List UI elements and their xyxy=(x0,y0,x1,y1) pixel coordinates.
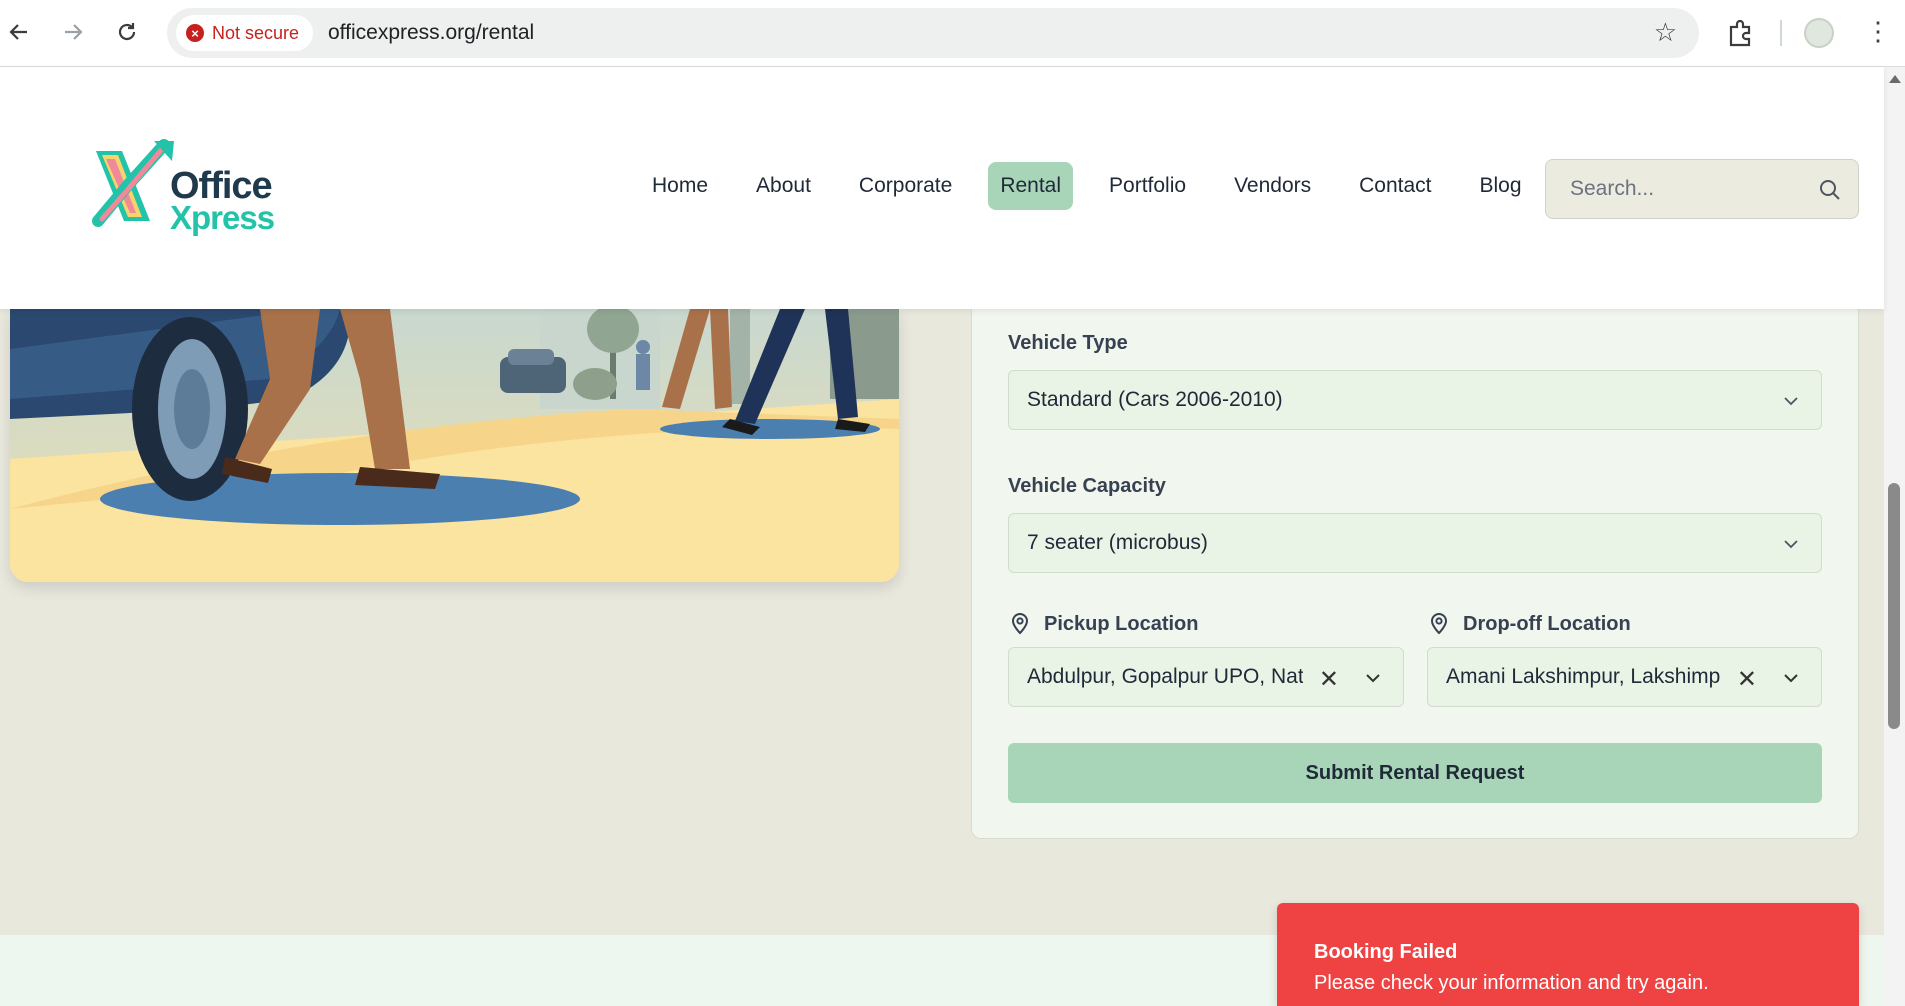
chevron-down-icon xyxy=(1784,674,1798,683)
pickup-location-select[interactable]: Abdulpur, Gopalpur UPO, Natore ✕ xyxy=(1008,647,1404,707)
rental-form: Vehicle Type Standard (Cars 2006-2010) V… xyxy=(971,300,1859,839)
booking-failed-toast[interactable]: Booking Failed Please check your informa… xyxy=(1277,903,1859,1006)
dropoff-location-label: Drop-off Location xyxy=(1463,613,1631,635)
security-chip[interactable]: × Not secure xyxy=(176,15,314,51)
chevron-down-icon xyxy=(1366,674,1380,683)
page-scrollbar[interactable] xyxy=(1884,67,1905,1006)
scroll-thumb[interactable] xyxy=(1888,483,1900,729)
officexpress-logo[interactable]: Office Xpress xyxy=(88,139,275,239)
rental-illustration xyxy=(10,309,899,582)
url-text[interactable]: officexpress.org/rental xyxy=(328,21,534,45)
nav-blog[interactable]: Blog xyxy=(1468,162,1534,210)
submit-rental-button[interactable]: Submit Rental Request xyxy=(1008,743,1822,803)
not-secure-icon: × xyxy=(186,24,204,42)
dropoff-location-value: Amani Lakshimpur, Lakshimpur xyxy=(1446,665,1721,688)
forward-icon[interactable] xyxy=(58,17,88,47)
toast-message: Please check your information and try ag… xyxy=(1314,972,1709,994)
pickup-location-value: Abdulpur, Gopalpur UPO, Natore xyxy=(1027,665,1303,688)
vehicle-capacity-label: Vehicle Capacity xyxy=(1008,475,1166,497)
clear-pickup-icon[interactable]: ✕ xyxy=(1319,665,1339,694)
vehicle-type-label: Vehicle Type xyxy=(1008,332,1128,354)
search-icon[interactable] xyxy=(1818,178,1842,202)
vehicle-capacity-select[interactable]: 7 seater (microbus) xyxy=(1008,513,1822,573)
nav-corporate[interactable]: Corporate xyxy=(847,162,964,210)
nav-about[interactable]: About xyxy=(744,162,823,210)
security-label: Not secure xyxy=(212,22,300,43)
site-header: Office Xpress Home About Corporate Renta… xyxy=(0,67,1884,309)
main-nav: Home About Corporate Rental Portfolio Ve… xyxy=(640,162,1558,210)
reload-icon[interactable] xyxy=(112,17,142,47)
extensions-icon[interactable] xyxy=(1725,18,1755,48)
more-menu-icon[interactable]: ⋮ xyxy=(1865,16,1891,47)
scroll-up-arrow-icon[interactable] xyxy=(1889,75,1901,83)
browser-toolbar: × Not secure officexpress.org/rental ☆ ⋮ xyxy=(0,0,1905,67)
toast-title: Booking Failed xyxy=(1314,941,1458,963)
nav-vendors[interactable]: Vendors xyxy=(1222,162,1323,210)
vehicle-type-select[interactable]: Standard (Cars 2006-2010) xyxy=(1008,370,1822,430)
logo-xpress-text: Xpress xyxy=(170,199,275,236)
nav-portfolio[interactable]: Portfolio xyxy=(1097,162,1198,210)
toolbar-divider xyxy=(1780,20,1782,46)
chevron-down-icon xyxy=(1784,540,1798,549)
clear-dropoff-icon[interactable]: ✕ xyxy=(1737,665,1757,694)
pickup-location-label: Pickup Location xyxy=(1044,613,1199,635)
address-bar[interactable]: × Not secure officexpress.org/rental ☆ xyxy=(167,8,1699,58)
back-icon[interactable] xyxy=(4,17,34,47)
vehicle-capacity-value: 7 seater (microbus) xyxy=(1027,531,1208,554)
vehicle-type-value: Standard (Cars 2006-2010) xyxy=(1027,388,1283,411)
dropoff-location-select[interactable]: Amani Lakshimpur, Lakshimpur ✕ xyxy=(1427,647,1822,707)
location-pin-icon xyxy=(1011,613,1029,635)
nav-home[interactable]: Home xyxy=(640,162,720,210)
chevron-down-icon xyxy=(1784,397,1798,406)
profile-avatar[interactable] xyxy=(1804,18,1834,48)
bookmark-star-icon[interactable]: ☆ xyxy=(1654,17,1677,48)
site-search xyxy=(1545,159,1859,219)
location-pin-icon xyxy=(1430,613,1448,635)
search-input[interactable] xyxy=(1546,160,1858,218)
nav-rental[interactable]: Rental xyxy=(988,162,1074,210)
nav-contact[interactable]: Contact xyxy=(1347,162,1443,210)
